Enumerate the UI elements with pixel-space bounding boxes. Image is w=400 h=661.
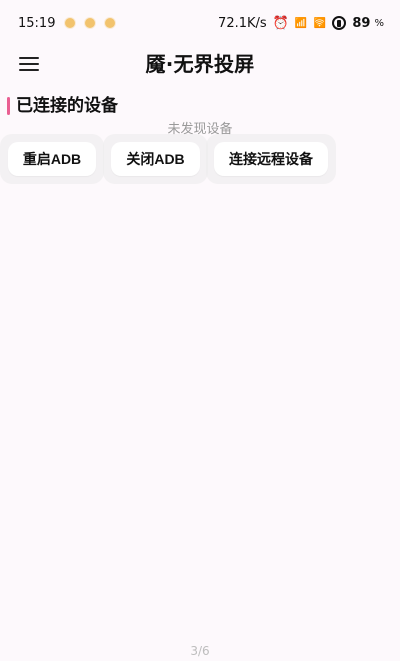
status-dot-3 [105, 18, 116, 28]
restart-adb-wrapper: 重启ADB [0, 134, 104, 184]
app-bar: 魇·无界投屏 [0, 46, 400, 82]
status-dot-2 [85, 18, 96, 28]
network-icon: 🛜 [313, 17, 327, 29]
status-bar: 15:19 72.1K/s ⏰ 📶 🛜 89 % [0, 0, 400, 46]
status-left: 15:19 [18, 15, 116, 31]
connect-remote-device-button[interactable]: 连接远程设备 [214, 142, 328, 176]
status-dot-1 [65, 18, 76, 28]
connect-remote-wrapper: 连接远程设备 [206, 134, 336, 184]
network-speed: 72.1K/s [218, 15, 267, 31]
app-title: 魇·无界投屏 [145, 52, 255, 76]
signal-icon: 📶 [294, 17, 308, 29]
close-adb-button[interactable]: 关闭ADB [111, 142, 200, 176]
section-accent [7, 97, 10, 115]
alarm-icon: ⏰ [272, 15, 289, 31]
status-time: 15:19 [18, 15, 56, 31]
devices-section-title: 已连接的设备 [16, 95, 118, 116]
status-right: 72.1K/s ⏰ 📶 🛜 89 % [218, 16, 384, 31]
battery-level: 89 [352, 15, 371, 31]
devices-section-header: 已连接的设备 [7, 94, 118, 118]
menu-icon [19, 57, 39, 71]
battery-unit: % [374, 17, 384, 29]
screen: 15:19 72.1K/s ⏰ 📶 🛜 89 % 魇·无界投屏 已连接的设备 未… [0, 0, 400, 661]
menu-button[interactable] [16, 51, 42, 77]
restart-adb-button[interactable]: 重启ADB [8, 142, 96, 176]
action-buttons: 重启ADB 关闭ADB 连接远程设备 [0, 134, 400, 184]
battery-icon [332, 16, 347, 30]
page-indicator: 3/6 [190, 644, 210, 658]
close-adb-wrapper: 关闭ADB [103, 134, 208, 184]
